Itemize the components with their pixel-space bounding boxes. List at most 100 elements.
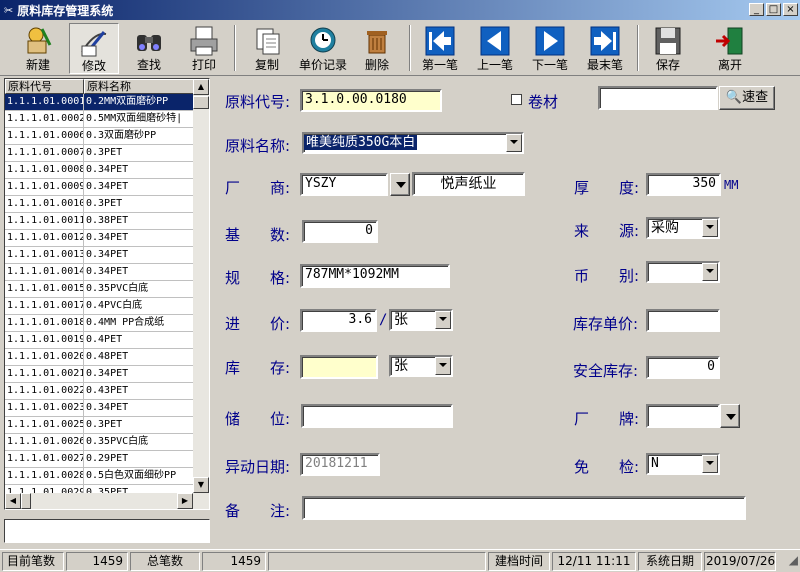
base-label: 基 数: <box>225 226 291 244</box>
cell-name: 0.3PET <box>84 145 195 161</box>
note-input[interactable] <box>302 496 746 520</box>
table-row[interactable]: 1.1.1.01.0014 0.34PET <box>5 264 209 281</box>
close-button[interactable]: × <box>783 3 798 16</box>
safety-stock-input[interactable]: 0 <box>646 356 720 379</box>
in-price-label: 进 价: <box>225 315 291 333</box>
scroll-left-button[interactable]: ◀ <box>5 493 21 509</box>
code-label: 原料代号: <box>225 93 291 111</box>
table-row[interactable]: 1.1.1.01.0020 0.48PET <box>5 349 209 366</box>
in-price-input[interactable]: 3.6 <box>300 309 377 332</box>
horizontal-scrollbar[interactable]: ◀ ▶ <box>5 493 209 509</box>
resize-grip-icon[interactable]: ◢ <box>789 553 798 567</box>
in-price-unit-dropdown-button[interactable] <box>435 311 451 329</box>
vendor-name-field: 悦声纸业 <box>412 172 525 196</box>
table-row[interactable]: 1.1.1.01.0012 0.34PET <box>5 230 209 247</box>
table-row[interactable]: 1.1.1.01.0018 0.4MM PP合成纸 <box>5 315 209 332</box>
column-header-name[interactable]: 原料名称 <box>84 79 195 94</box>
table-row[interactable]: 1.1.1.01.0013 0.34PET <box>5 247 209 264</box>
scroll-down-button[interactable]: ▼ <box>193 477 209 493</box>
next-record-button[interactable]: 下一笔 <box>525 23 575 74</box>
stock-unit-dropdown-button[interactable] <box>435 357 451 375</box>
scroll-right-button[interactable]: ▶ <box>177 493 193 509</box>
table-row[interactable]: 1.1.1.01.0008 0.34PET <box>5 162 209 179</box>
currency-select[interactable] <box>646 261 720 283</box>
table-row[interactable]: 1.1.1.01.0001 0.2MM双面磨砂PP <box>5 94 209 111</box>
copy-button[interactable]: 复制 <box>242 23 292 74</box>
table-row[interactable]: 1.1.1.01.0021 0.34PET <box>5 366 209 383</box>
cell-name: 0.35PVC白底 <box>84 281 195 297</box>
currency-dropdown-button[interactable] <box>702 263 718 281</box>
roll-checkbox[interactable] <box>511 94 522 105</box>
vendor-dropdown-button[interactable] <box>390 173 410 196</box>
base-input[interactable]: 0 <box>302 220 378 243</box>
system-date-label: 系统日期 <box>638 552 702 571</box>
quick-search-button[interactable]: 🔍速查 <box>719 86 775 110</box>
cell-name: 0.3PET <box>84 196 195 212</box>
table-row[interactable]: 1.1.1.01.0022 0.43PET <box>5 383 209 400</box>
in-price-unit-select[interactable]: 张 <box>389 309 453 331</box>
brand-dropdown-button[interactable] <box>720 404 740 428</box>
currency-label: 币 别: <box>574 267 640 285</box>
table-row[interactable]: 1.1.1.01.0027 0.29PET <box>5 451 209 468</box>
cell-code: 1.1.1.01.0021 <box>5 366 84 382</box>
table-row[interactable]: 1.1.1.01.0026 0.35PVC白底 <box>5 434 209 451</box>
table-row[interactable]: 1.1.1.01.0011 0.38PET <box>5 213 209 230</box>
maximize-button[interactable]: □ <box>766 3 781 16</box>
quick-search-input[interactable] <box>598 86 718 110</box>
first-record-button[interactable]: 第一笔 <box>415 23 465 74</box>
table-row[interactable]: 1.1.1.01.0002 0.5MM双面细磨砂特| <box>5 111 209 128</box>
table-row[interactable]: 1.1.1.01.0007 0.3PET <box>5 145 209 162</box>
table-row[interactable]: 1.1.1.01.0023 0.34PET <box>5 400 209 417</box>
table-row[interactable]: 1.1.1.01.0017 0.4PVC白底 <box>5 298 209 315</box>
code-input[interactable]: 3.1.0.00.0180 <box>300 89 442 112</box>
table-row[interactable]: 1.1.1.01.0019 0.4PET <box>5 332 209 349</box>
brand-input[interactable] <box>646 404 720 428</box>
new-button[interactable]: 新建 <box>13 23 63 74</box>
name-dropdown-button[interactable] <box>506 134 522 152</box>
price-log-button[interactable]: 单价记录 <box>295 23 351 74</box>
location-input[interactable] <box>301 404 453 428</box>
table-row[interactable]: 1.1.1.01.0009 0.34PET <box>5 179 209 196</box>
cell-code: 1.1.1.01.0011 <box>5 213 84 229</box>
source-dropdown-button[interactable] <box>702 219 718 237</box>
column-header-code[interactable]: 原料代号 <box>5 79 84 94</box>
exempt-select[interactable]: N <box>646 453 720 475</box>
last-record-button[interactable]: 最末笔 <box>580 23 630 74</box>
change-date-label: 异动日期: <box>225 458 291 476</box>
table-row[interactable]: 1.1.1.01.0015 0.35PVC白底 <box>5 281 209 298</box>
print-button[interactable]: 打印 <box>179 23 229 74</box>
stock-label: 库 存: <box>225 359 291 377</box>
location-label: 储 位: <box>225 410 291 428</box>
scroll-thumb[interactable] <box>193 96 209 109</box>
save-button[interactable]: 保存 <box>643 23 693 74</box>
minimize-button[interactable]: _ <box>749 3 764 16</box>
vendor-input[interactable]: YSZY <box>300 173 388 196</box>
table-row[interactable]: 1.1.1.01.0010 0.3PET <box>5 196 209 213</box>
delete-button[interactable]: 删除 <box>352 23 402 74</box>
stock-price-input[interactable] <box>646 309 720 332</box>
edit-button[interactable]: 修改 <box>69 23 119 74</box>
spec-input[interactable]: 787MM*1092MM <box>300 264 450 288</box>
stock-unit-select[interactable]: 张 <box>389 355 453 377</box>
source-select[interactable]: 采购 <box>646 217 720 239</box>
table-row[interactable]: 1.1.1.01.0006 0.3双面磨砂PP <box>5 128 209 145</box>
cell-code: 1.1.1.01.0022 <box>5 383 84 399</box>
material-grid[interactable]: 原料代号 原料名称 1.1.1.01.0001 0.2MM双面磨砂PP 1.1.1.… <box>4 78 210 510</box>
scroll-up-button[interactable]: ▲ <box>193 79 209 95</box>
exempt-dropdown-button[interactable] <box>702 455 718 473</box>
exit-button[interactable]: 离开 <box>705 23 755 74</box>
cell-name: 0.34PET <box>84 230 195 246</box>
source-label: 来 源: <box>574 222 640 240</box>
stock-input[interactable] <box>300 355 378 379</box>
table-row[interactable]: 1.1.1.01.0028 0.5白色双面细砂PP <box>5 468 209 485</box>
hscroll-thumb[interactable] <box>21 493 31 509</box>
prev-record-button[interactable]: 上一笔 <box>470 23 520 74</box>
grid-footer-field[interactable] <box>4 519 210 543</box>
table-row[interactable]: 1.1.1.01.0025 0.3PET <box>5 417 209 434</box>
toolbar-separator <box>409 25 411 71</box>
thickness-input[interactable]: 350 <box>646 173 721 196</box>
find-button[interactable]: 查找 <box>124 23 174 74</box>
name-select[interactable]: 唯美纯质350G本白 <box>302 132 524 154</box>
vertical-scrollbar[interactable]: ▲ ▼ <box>193 79 209 493</box>
stock-price-label: 库存单价: <box>573 315 639 333</box>
